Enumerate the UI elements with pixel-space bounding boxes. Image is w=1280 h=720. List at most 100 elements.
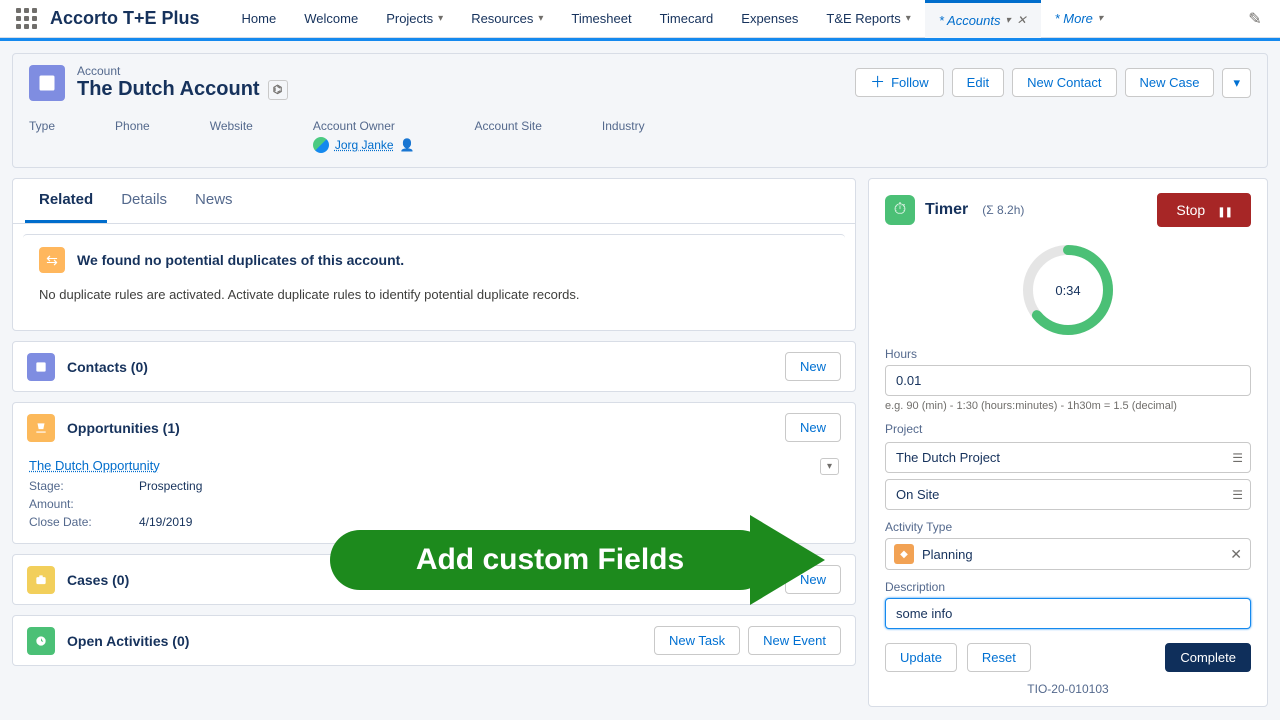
app-launcher-icon[interactable] bbox=[12, 5, 40, 33]
record-header: Account The Dutch Account ⌬ ＋Follow Edit… bbox=[12, 53, 1268, 168]
merge-icon bbox=[39, 247, 65, 273]
account-icon bbox=[29, 65, 65, 101]
related-open-activities: Open Activities (0) New Task New Event bbox=[12, 615, 856, 666]
timer-ring: 0:34 bbox=[1021, 243, 1115, 337]
more-actions-button[interactable]: ▾ bbox=[1222, 68, 1251, 98]
top-nav: Accorto T+E Plus Home Welcome Projects▾ … bbox=[0, 0, 1280, 38]
field-label-owner: Account Owner bbox=[313, 119, 415, 133]
new-contact-list-button[interactable]: New bbox=[785, 352, 841, 381]
opp-amount-label: Amount: bbox=[29, 497, 119, 511]
hours-input[interactable] bbox=[885, 365, 1251, 396]
timer-sum: (Σ 8.2h) bbox=[982, 203, 1024, 217]
new-case-list-button[interactable]: New bbox=[785, 565, 841, 594]
chevron-down-icon[interactable]: ▾ bbox=[906, 13, 911, 24]
opportunities-title[interactable]: Opportunities (1) bbox=[67, 420, 785, 436]
object-kind: Account bbox=[77, 64, 288, 78]
related-contacts: Contacts (0) New bbox=[12, 341, 856, 392]
contacts-icon bbox=[27, 353, 55, 381]
opp-stage-value: Prospecting bbox=[139, 479, 202, 493]
nav-tab-timecard[interactable]: Timecard bbox=[646, 0, 728, 38]
new-task-button[interactable]: New Task bbox=[654, 626, 740, 655]
related-cases: Cases (0) New bbox=[12, 554, 856, 605]
opportunity-link[interactable]: The Dutch Opportunity bbox=[29, 458, 160, 473]
nav-tab-reports[interactable]: T&E Reports▾ bbox=[812, 0, 924, 38]
close-icon[interactable]: ✕ bbox=[1017, 13, 1027, 27]
hours-hint: e.g. 90 (min) - 1:30 (hours:minutes) - 1… bbox=[885, 400, 1251, 412]
new-opportunity-button[interactable]: New bbox=[785, 413, 841, 442]
stop-button[interactable]: Stop bbox=[1157, 193, 1251, 227]
clear-icon[interactable]: ✕ bbox=[1230, 546, 1242, 563]
new-case-button[interactable]: New Case bbox=[1125, 68, 1215, 97]
activity-type-icon bbox=[894, 544, 914, 564]
field-label-type: Type bbox=[29, 119, 55, 133]
nav-tab-resources[interactable]: Resources▾ bbox=[457, 0, 557, 38]
tabs-card: Related Details News We found no potenti… bbox=[12, 178, 856, 331]
contacts-title[interactable]: Contacts (0) bbox=[67, 359, 785, 375]
owner-avatar-icon bbox=[313, 137, 329, 153]
activities-icon bbox=[27, 627, 55, 655]
field-label-site: Account Site bbox=[475, 119, 542, 133]
nav-tab-home[interactable]: Home bbox=[228, 0, 291, 38]
tio-reference: TIO-20-010103 bbox=[885, 682, 1251, 696]
field-label-phone: Phone bbox=[115, 119, 150, 133]
header-actions: ＋Follow Edit New Contact New Case ▾ bbox=[855, 68, 1251, 98]
activities-title[interactable]: Open Activities (0) bbox=[67, 633, 654, 649]
chevron-down-icon[interactable]: ▾ bbox=[1006, 15, 1011, 26]
nav-tab-more[interactable]: * More▾ bbox=[1041, 0, 1117, 38]
description-label: Description bbox=[885, 580, 1251, 594]
page: Account The Dutch Account ⌬ ＋Follow Edit… bbox=[0, 38, 1280, 707]
edit-nav-icon[interactable]: ✎ bbox=[1238, 9, 1272, 29]
timer-icon bbox=[885, 195, 915, 225]
duplicate-body: No duplicate rules are activated. Activa… bbox=[39, 287, 829, 302]
nav-tab-expenses[interactable]: Expenses bbox=[727, 0, 812, 38]
person-icon: 👤 bbox=[400, 138, 415, 152]
page-title: The Dutch Account ⌬ bbox=[77, 78, 288, 101]
field-label-website: Website bbox=[210, 119, 253, 133]
cases-title[interactable]: Cases (0) bbox=[67, 572, 785, 588]
opportunities-icon bbox=[27, 414, 55, 442]
chevron-down-icon[interactable]: ▾ bbox=[538, 13, 543, 24]
pause-icon bbox=[1211, 202, 1232, 218]
opp-close-label: Close Date: bbox=[29, 515, 119, 529]
tab-details[interactable]: Details bbox=[107, 179, 181, 223]
complete-button[interactable]: Complete bbox=[1165, 643, 1251, 672]
chevron-down-icon[interactable]: ▾ bbox=[1098, 13, 1103, 24]
project-site-input[interactable] bbox=[885, 479, 1251, 510]
edit-button[interactable]: Edit bbox=[952, 68, 1004, 97]
owner-link[interactable]: Jorg Janke bbox=[335, 138, 394, 152]
duplicate-title: We found no potential duplicates of this… bbox=[77, 252, 404, 268]
new-contact-button[interactable]: New Contact bbox=[1012, 68, 1116, 97]
follow-button[interactable]: ＋Follow bbox=[855, 68, 944, 97]
project-input[interactable] bbox=[885, 442, 1251, 473]
update-button[interactable]: Update bbox=[885, 643, 957, 672]
timer-elapsed: 0:34 bbox=[1021, 243, 1115, 337]
row-menu-button[interactable]: ▾ bbox=[820, 458, 839, 475]
activity-chip[interactable]: Planning ✕ bbox=[885, 538, 1251, 570]
timer-title: Timer bbox=[925, 201, 968, 219]
timer-card: Timer (Σ 8.2h) Stop 0:34 Hours e.g. 90 bbox=[868, 178, 1268, 707]
nav-tab-projects[interactable]: Projects▾ bbox=[372, 0, 457, 38]
new-event-button[interactable]: New Event bbox=[748, 626, 841, 655]
nav-tabs: Home Welcome Projects▾ Resources▾ Timesh… bbox=[228, 0, 1238, 38]
list-icon[interactable]: ☰ bbox=[1232, 451, 1243, 465]
tab-news[interactable]: News bbox=[181, 179, 247, 223]
tab-related[interactable]: Related bbox=[25, 179, 107, 223]
activity-value: Planning bbox=[922, 547, 973, 562]
related-opportunities: Opportunities (1) New The Dutch Opportun… bbox=[12, 402, 856, 544]
project-label: Project bbox=[885, 422, 1251, 436]
reset-button[interactable]: Reset bbox=[967, 643, 1031, 672]
hours-label: Hours bbox=[885, 347, 1251, 361]
nav-tab-timesheet[interactable]: Timesheet bbox=[557, 0, 645, 38]
activity-label: Activity Type bbox=[885, 520, 1251, 534]
opp-close-value: 4/19/2019 bbox=[139, 515, 192, 529]
opp-stage-label: Stage: bbox=[29, 479, 119, 493]
app-name: Accorto T+E Plus bbox=[50, 8, 200, 29]
nav-tab-welcome[interactable]: Welcome bbox=[290, 0, 372, 38]
cases-icon bbox=[27, 566, 55, 594]
chevron-down-icon[interactable]: ▾ bbox=[438, 13, 443, 24]
nav-tab-accounts[interactable]: * Accounts ▾ ✕ bbox=[925, 0, 1041, 38]
hierarchy-icon[interactable]: ⌬ bbox=[268, 80, 288, 100]
description-input[interactable] bbox=[885, 598, 1251, 629]
list-icon[interactable]: ☰ bbox=[1232, 488, 1243, 502]
field-label-industry: Industry bbox=[602, 119, 645, 133]
